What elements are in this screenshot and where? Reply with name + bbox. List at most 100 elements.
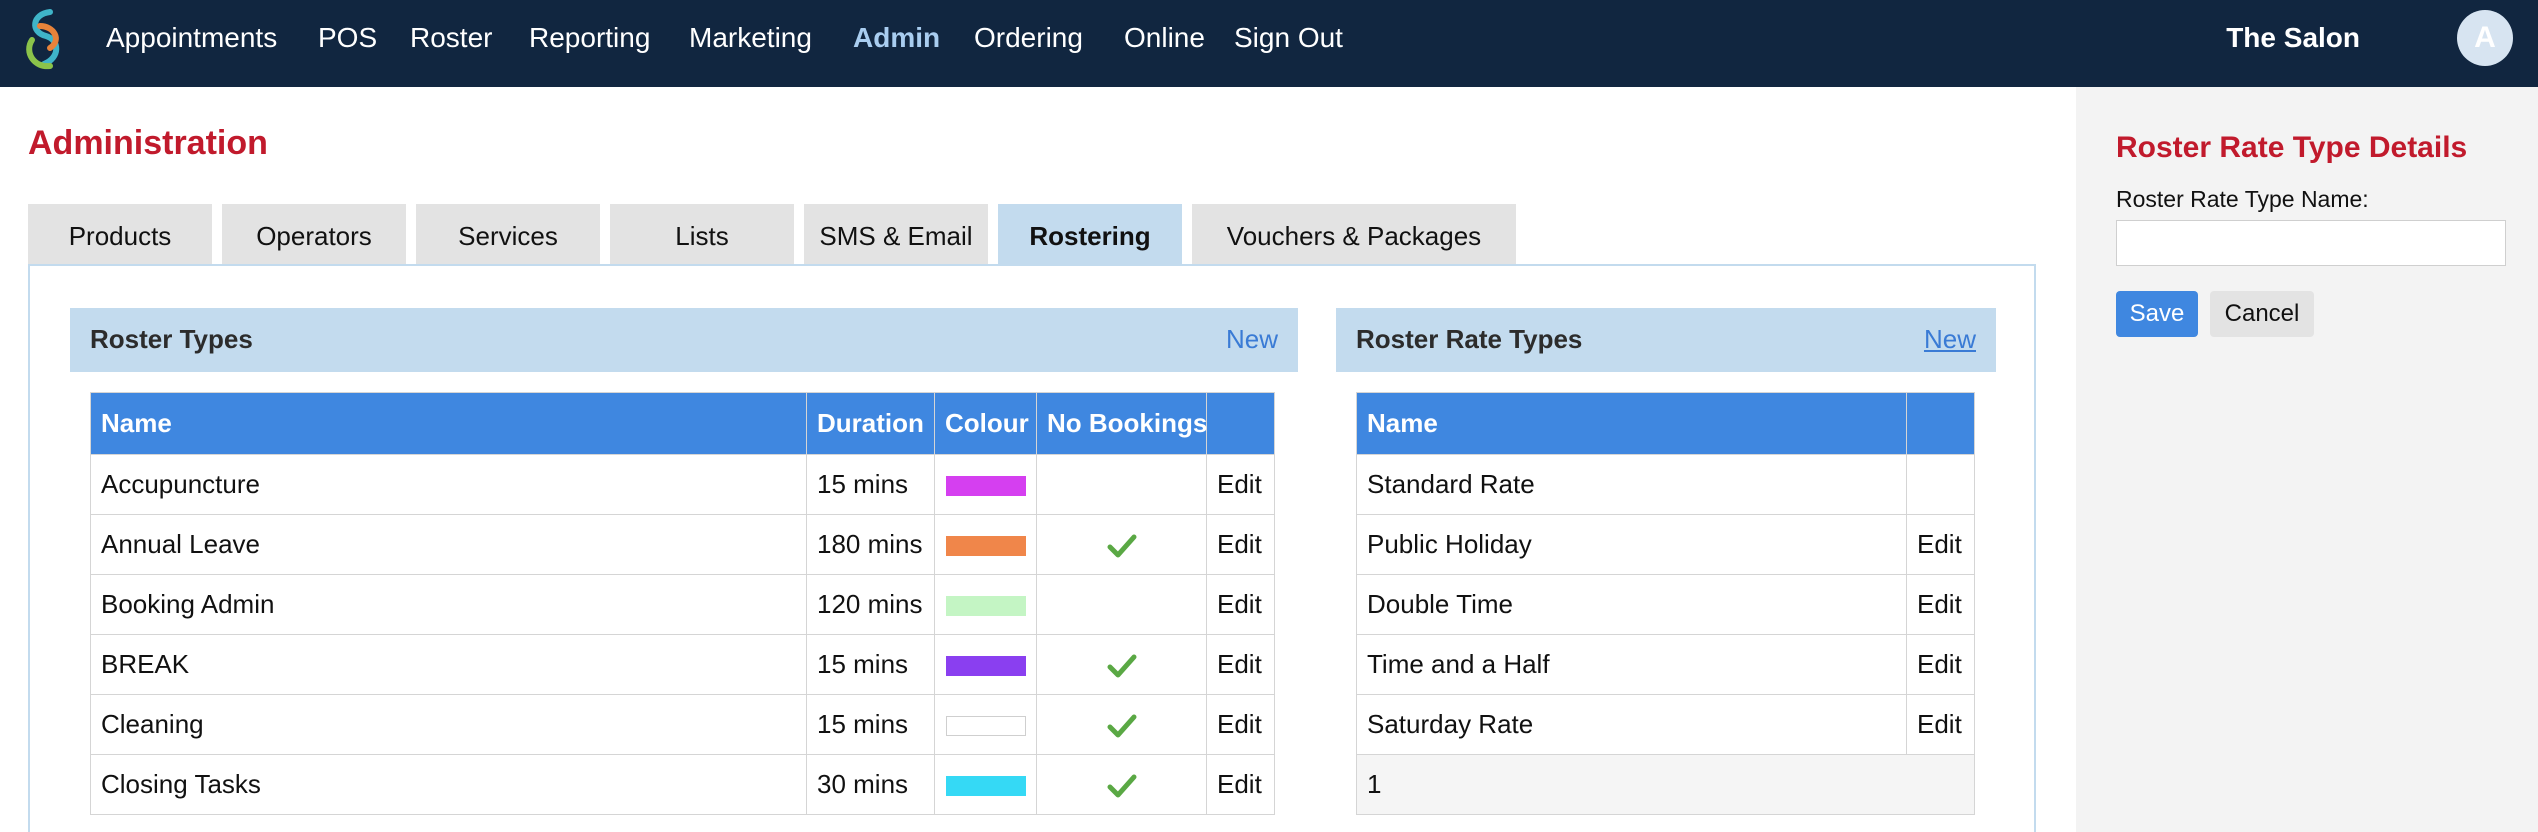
roster-type-no-bookings (1036, 454, 1207, 515)
roster-rate-type-name-input[interactable] (2116, 220, 2506, 266)
edit-link[interactable]: Edit (1206, 454, 1275, 515)
roster-rate-types-table: Name Standard Rate Public Holiday Edit Doub… (1356, 392, 1975, 815)
nav-marketing[interactable]: Marketing (689, 18, 812, 58)
roster-rate-type-name: Public Holiday (1356, 514, 1907, 575)
column-header-no-bookings[interactable]: No Bookings (1036, 392, 1207, 455)
tab-lists[interactable]: Lists (610, 204, 794, 264)
check-icon (1107, 714, 1136, 738)
roster-type-no-bookings (1036, 754, 1207, 815)
details-title: Roster Rate Type Details (2116, 131, 2468, 164)
roster-type-duration: 15 mins (806, 454, 935, 515)
nav-pos[interactable]: POS (318, 18, 377, 58)
nav-ordering[interactable]: Ordering (974, 18, 1083, 58)
edit-link[interactable]: Edit (1906, 514, 1975, 575)
column-header-colour[interactable]: Colour (934, 392, 1037, 455)
roster-type-duration: 30 mins (806, 754, 935, 815)
roster-rate-type-name: Double Time (1356, 574, 1907, 635)
edit-link[interactable]: Edit (1906, 694, 1975, 755)
roster-rate-types-new-link[interactable]: New (1924, 324, 1976, 355)
roster-type-name: Cleaning (90, 694, 807, 755)
nav-sign-out[interactable]: Sign Out (1234, 18, 1343, 58)
roster-type-duration: 180 mins (806, 514, 935, 575)
edit-link[interactable]: Edit (1206, 574, 1275, 635)
roster-type-duration: 15 mins (806, 634, 935, 695)
edit-link[interactable]: Edit (1206, 694, 1275, 755)
roster-type-colour-cell (934, 514, 1037, 575)
column-header-actions (1906, 392, 1975, 455)
roster-rate-types-header: Roster Rate Types New (1336, 308, 1996, 372)
rostering-content: Roster Types New Name Duration Colour No… (28, 264, 2036, 832)
roster-rate-type-name: Time and a Half (1356, 634, 1907, 695)
edit-link (1906, 454, 1975, 515)
edit-link[interactable]: Edit (1906, 634, 1975, 695)
nav-admin[interactable]: Admin (853, 18, 940, 58)
table-row: Double Time Edit (1356, 574, 1975, 635)
tab-products[interactable]: Products (28, 204, 212, 264)
table-row: Standard Rate (1356, 454, 1975, 515)
roster-type-duration: 15 mins (806, 694, 935, 755)
roster-rate-type-name-label: Roster Rate Type Name: (2116, 186, 2369, 212)
edit-link[interactable]: Edit (1206, 634, 1275, 695)
roster-types-new-link[interactable]: New (1226, 324, 1278, 355)
swirl-logo-icon[interactable] (20, 6, 74, 72)
table-row: Annual Leave 180 mins Edit (90, 514, 1275, 575)
page-title: Administration (28, 124, 268, 162)
table-row: Time and a Half Edit (1356, 634, 1975, 695)
roster-type-colour-cell (934, 454, 1037, 515)
table-row: Cleaning 15 mins Edit (90, 694, 1275, 755)
colour-swatch (945, 536, 1026, 557)
nav-reporting[interactable]: Reporting (529, 18, 650, 58)
table-footer-row: 1 (1356, 754, 1975, 815)
edit-link[interactable]: Edit (1906, 574, 1975, 635)
table-row: Public Holiday Edit (1356, 514, 1975, 575)
table-row: Closing Tasks 30 mins Edit (90, 754, 1275, 815)
pagination-page[interactable]: 1 (1356, 754, 1975, 815)
nav-appointments[interactable]: Appointments (106, 18, 277, 58)
colour-swatch (945, 776, 1026, 797)
roster-type-no-bookings (1036, 694, 1207, 755)
roster-type-colour-cell (934, 634, 1037, 695)
check-icon (1107, 654, 1136, 678)
roster-type-colour-cell (934, 694, 1037, 755)
top-nav-bar: Appointments POS Roster Reporting Market… (0, 0, 2538, 87)
roster-types-header: Roster Types New (70, 308, 1298, 372)
roster-rate-types-title: Roster Rate Types (1356, 324, 1583, 354)
nav-roster[interactable]: Roster (410, 18, 492, 58)
roster-type-no-bookings (1036, 574, 1207, 635)
table-row: Saturday Rate Edit (1356, 694, 1975, 755)
check-icon (1107, 774, 1136, 798)
roster-type-name: Booking Admin (90, 574, 807, 635)
colour-swatch (945, 656, 1026, 677)
tab-vouchers-packages[interactable]: Vouchers & Packages (1192, 204, 1516, 264)
roster-type-name: Annual Leave (90, 514, 807, 575)
roster-rate-type-name: Saturday Rate (1356, 694, 1907, 755)
column-header-name[interactable]: Name (90, 392, 807, 455)
roster-type-duration: 120 mins (806, 574, 935, 635)
colour-swatch (945, 596, 1026, 617)
roster-type-colour-cell (934, 754, 1037, 815)
tab-rostering[interactable]: Rostering (998, 204, 1182, 264)
column-header-duration[interactable]: Duration (806, 392, 935, 455)
roster-types-title: Roster Types (90, 324, 253, 354)
salon-name[interactable]: The Salon (2226, 18, 2360, 58)
tab-services[interactable]: Services (416, 204, 600, 264)
table-row: Accupuncture 15 mins Edit (90, 454, 1275, 515)
table-row: BREAK 15 mins Edit (90, 634, 1275, 695)
roster-type-name: Accupuncture (90, 454, 807, 515)
avatar[interactable]: A (2457, 10, 2513, 66)
save-button[interactable]: Save (2116, 291, 2198, 337)
roster-type-name: Closing Tasks (90, 754, 807, 815)
nav-online[interactable]: Online (1124, 18, 1205, 58)
tab-sms-email[interactable]: SMS & Email (804, 204, 988, 264)
edit-link[interactable]: Edit (1206, 754, 1275, 815)
column-header-name[interactable]: Name (1356, 392, 1907, 455)
roster-type-no-bookings (1036, 634, 1207, 695)
tab-operators[interactable]: Operators (222, 204, 406, 264)
check-icon (1107, 534, 1136, 558)
cancel-button[interactable]: Cancel (2210, 291, 2314, 337)
roster-types-table: Name Duration Colour No Bookings Accupun… (90, 392, 1275, 815)
roster-type-colour-cell (934, 574, 1037, 635)
roster-rate-type-details-panel: Roster Rate Type Details Roster Rate Typ… (2076, 87, 2538, 832)
roster-type-name: BREAK (90, 634, 807, 695)
edit-link[interactable]: Edit (1206, 514, 1275, 575)
